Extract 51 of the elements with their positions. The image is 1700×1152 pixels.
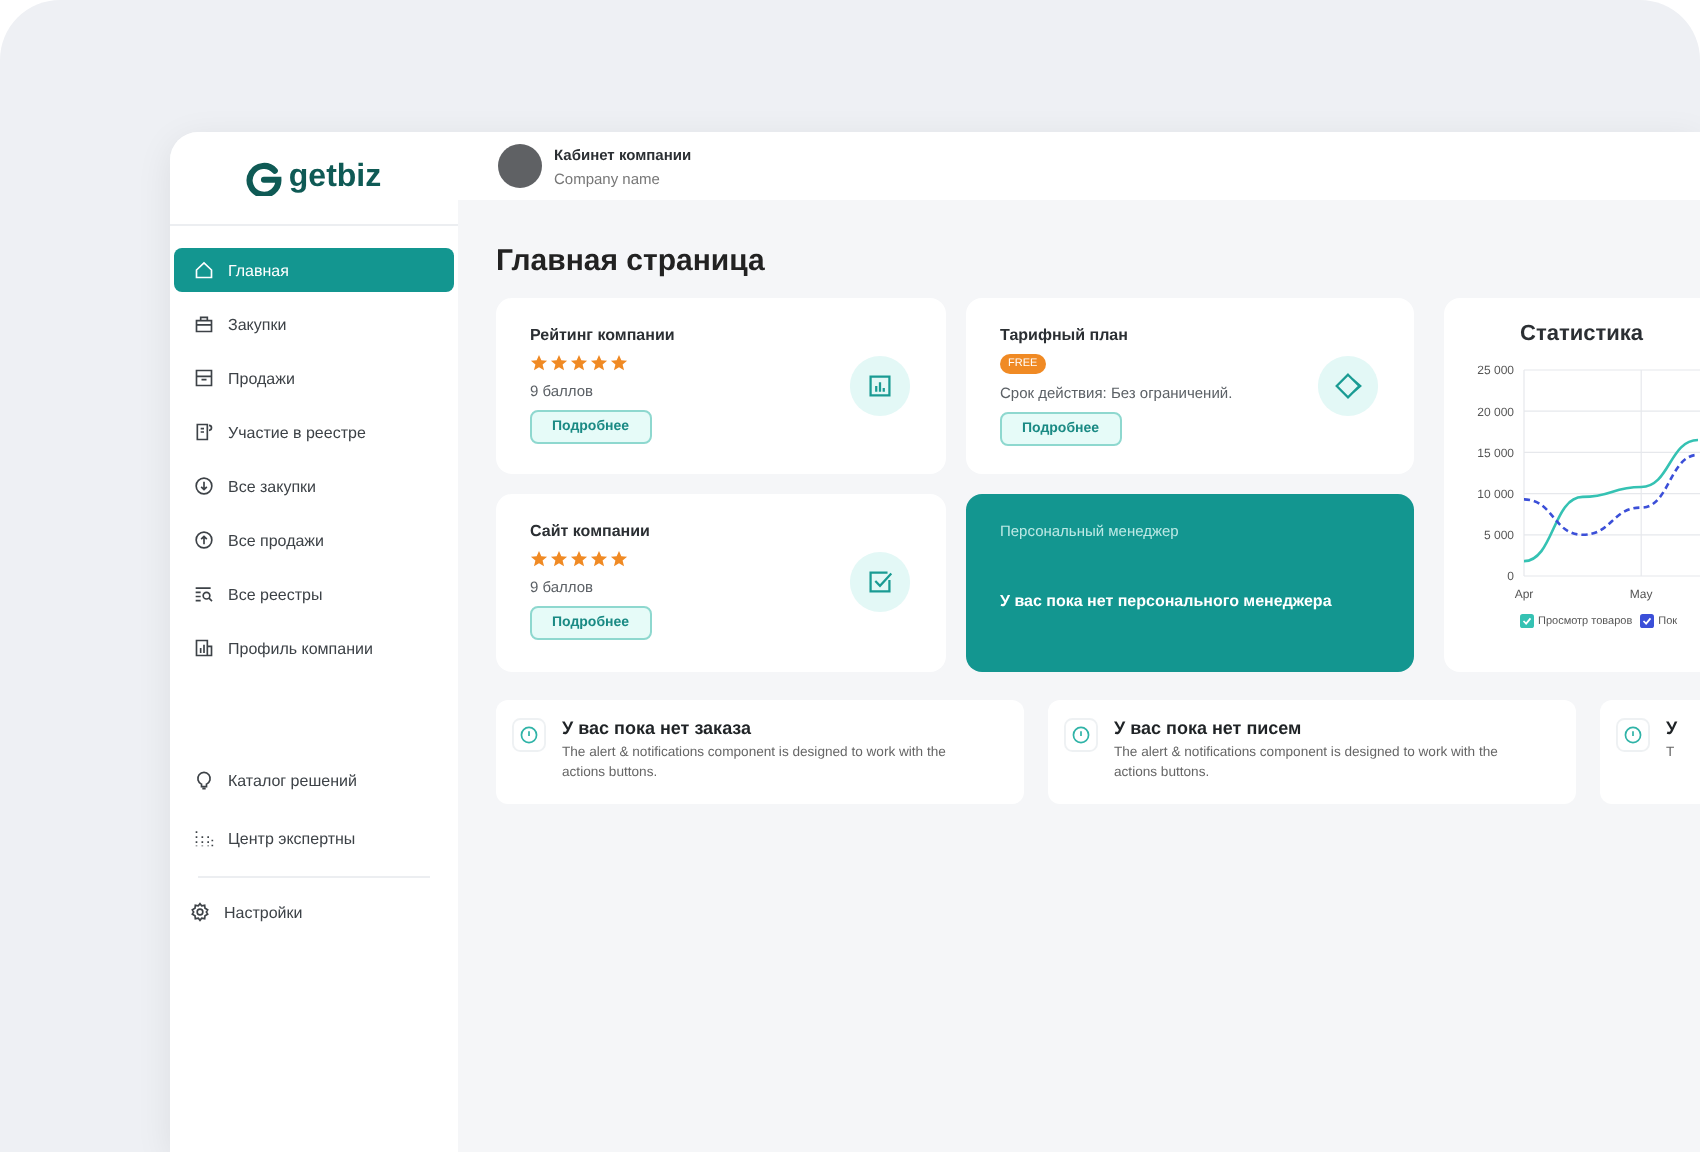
info-icon [1616, 718, 1650, 752]
sidebar-item[interactable]: Главная [174, 248, 454, 292]
star-icon [610, 550, 628, 568]
star-icon [530, 354, 548, 372]
checkbox-icon[interactable] [1640, 614, 1655, 628]
star-icon [570, 550, 588, 568]
alert-title: У вас пока нет заказа [562, 718, 754, 738]
sidebar-item[interactable]: Все закупки [174, 464, 454, 508]
tray-icon [194, 368, 214, 388]
sidebar-item[interactable]: Каталог решений [174, 758, 454, 802]
checkbox-icon[interactable] [1520, 614, 1534, 628]
checkbox-icon [848, 550, 912, 614]
alert-title: У вас пока нет писем [1114, 718, 1304, 738]
avatar [498, 144, 542, 188]
lightbulb-icon [194, 770, 214, 790]
star-icon [550, 354, 568, 372]
logo-icon [246, 160, 283, 196]
star-icon [590, 550, 608, 568]
sidebar-item[interactable]: Профиль компании [174, 626, 454, 670]
sidebar-item[interactable]: Все продажи [174, 518, 454, 562]
page-title: Главная страница [496, 244, 767, 278]
sidebar-item[interactable]: Закупки [174, 302, 454, 346]
star-icon [590, 354, 608, 372]
bag-icon [194, 314, 214, 334]
sidebar-item[interactable]: Все реестры [174, 572, 454, 616]
card-title: Тарифный план [1000, 326, 1128, 344]
manager-message: У вас пока нет персонального менеджера [1000, 592, 1334, 610]
info-icon [512, 718, 546, 752]
sidebar-item[interactable]: Центр экспертны [174, 816, 454, 860]
bar-chart-icon [848, 354, 912, 418]
card-title: Рейтинг компании [530, 326, 675, 344]
settings-icon [190, 902, 210, 922]
building-icon [194, 638, 214, 658]
list-search-icon [194, 584, 214, 604]
home-icon [194, 260, 214, 280]
upload-icon [194, 530, 214, 550]
logo-text: getbiz [288, 160, 382, 196]
star-icon [570, 354, 588, 372]
sidebar-item[interactable]: Продажи [174, 356, 454, 400]
sidebar-item[interactable]: Настройки [170, 890, 458, 934]
star-icon [610, 354, 628, 372]
download-icon [194, 476, 214, 496]
sidebar-item[interactable]: Участие в реестре [174, 410, 454, 454]
star-icon [550, 550, 568, 568]
card-title: Сайт компании [530, 522, 650, 540]
document-icon [194, 422, 214, 442]
alert-title: У [1666, 718, 1678, 738]
chart-title: Статистика [1520, 322, 1643, 346]
star-icon [530, 550, 548, 568]
info-icon [1064, 718, 1098, 752]
dots-icon [194, 828, 214, 848]
